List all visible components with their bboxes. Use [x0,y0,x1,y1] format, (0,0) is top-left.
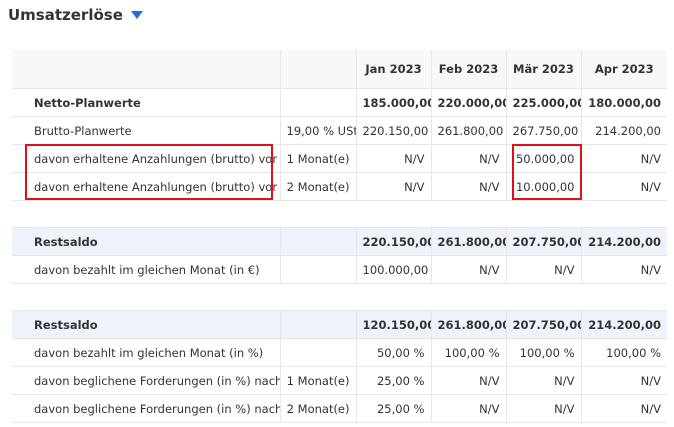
row-modifier[interactable]: 19,00 % USt [279,116,356,145]
value-cell[interactable]: 185.000,00 [355,88,431,117]
value-cell[interactable]: N/V [580,255,667,284]
spacer-row [12,283,667,311]
column-header: Apr 2023 [580,50,667,89]
value-cell[interactable]: 261.800,00 [430,310,506,339]
value-cell[interactable]: 100,00 % [505,338,581,367]
row-modifier [279,255,356,284]
row-label: davon erhaltene Anzahlungen (brutto) vor [12,172,280,201]
value-cell[interactable]: N/V [355,144,431,173]
value-cell[interactable]: 180.000,00 [580,88,667,117]
row-label: Netto-Planwerte [12,88,280,117]
section-header: Umsatzerlöse [8,4,143,26]
revenue-table: Jan 2023 Feb 2023 Mär 2023 Apr 2023 Nett… [12,50,667,423]
caret-down-icon[interactable] [130,11,143,19]
column-header: Jan 2023 [355,50,431,89]
value-cell[interactable]: 220.000,00 [430,88,506,117]
table-row: davon erhaltene Anzahlungen (brutto) vor… [12,172,667,201]
value-cell[interactable]: 214.200,00 [580,310,667,339]
value-cell[interactable]: 100,00 % [580,338,667,367]
value-cell[interactable]: N/V [580,144,667,173]
value-cell[interactable]: 50.000,00 [505,144,581,173]
table-row: davon bezahlt im gleichen Monat (in %) 5… [12,338,667,367]
row-label: Restsaldo [12,310,280,339]
row-modifier[interactable]: 1 Monat(e) [279,144,356,173]
spacer-row [12,200,667,228]
value-cell[interactable]: N/V [505,255,581,284]
value-cell[interactable]: 261.800,00 [430,227,506,256]
value-cell[interactable]: 220.150,00 [355,116,431,145]
row-label: davon beglichene Forderungen (in %) nach [12,366,280,395]
row-modifier [279,310,356,339]
value-cell[interactable]: N/V [580,172,667,201]
row-modifier [279,338,356,367]
value-cell[interactable]: 207.750,00 [505,310,581,339]
row-label: davon bezahlt im gleichen Monat (in €) [12,255,280,284]
table-row: Restsaldo 220.150,00 261.800,00 207.750,… [12,227,667,256]
value-cell[interactable]: 261.800,00 [430,116,506,145]
row-label: davon beglichene Forderungen (in %) nach [12,394,280,423]
row-label: davon bezahlt im gleichen Monat (in %) [12,338,280,367]
table-row: Netto-Planwerte 185.000,00 220.000,00 22… [12,88,667,117]
value-cell[interactable]: N/V [505,394,581,423]
value-cell[interactable]: 100.000,00 [355,255,431,284]
row-label: Brutto-Planwerte [12,116,280,145]
value-cell[interactable]: 214.200,00 [580,116,667,145]
column-header: Feb 2023 [430,50,506,89]
value-cell[interactable]: 267.750,00 [505,116,581,145]
table-row: davon erhaltene Anzahlungen (brutto) vor… [12,144,667,173]
row-modifier[interactable]: 2 Monat(e) [279,394,356,423]
value-cell[interactable]: N/V [430,255,506,284]
value-cell[interactable]: N/V [580,366,667,395]
row-label: davon erhaltene Anzahlungen (brutto) vor [12,144,280,173]
value-cell[interactable]: 207.750,00 [505,227,581,256]
value-cell[interactable]: N/V [505,366,581,395]
value-cell[interactable]: N/V [580,394,667,423]
value-cell[interactable]: 225.000,00 [505,88,581,117]
table-row: Restsaldo 120.150,00 261.800,00 207.750,… [12,310,667,339]
header-cell-empty [12,50,280,89]
value-cell[interactable]: N/V [430,394,506,423]
row-modifier[interactable]: 2 Monat(e) [279,172,356,201]
value-cell[interactable]: 25,00 % [355,394,431,423]
page-title: Umsatzerlöse [8,6,123,24]
value-cell[interactable]: 220.150,00 [355,227,431,256]
row-modifier[interactable]: 1 Monat(e) [279,366,356,395]
value-cell[interactable]: 25,00 % [355,366,431,395]
table-header-row: Jan 2023 Feb 2023 Mär 2023 Apr 2023 [12,50,667,89]
row-modifier [279,227,356,256]
table-row: Brutto-Planwerte 19,00 % USt 220.150,00 … [12,116,667,145]
column-header: Mär 2023 [505,50,581,89]
value-cell[interactable]: 214.200,00 [580,227,667,256]
row-label: Restsaldo [12,227,280,256]
table-row: davon beglichene Forderungen (in %) nach… [12,394,667,423]
value-cell[interactable]: N/V [430,172,506,201]
value-cell[interactable]: N/V [430,144,506,173]
value-cell[interactable]: N/V [355,172,431,201]
value-cell[interactable]: 50,00 % [355,338,431,367]
value-cell[interactable]: 10.000,00 [505,172,581,201]
value-cell[interactable]: N/V [430,366,506,395]
table-row: davon beglichene Forderungen (in %) nach… [12,366,667,395]
table-row: davon bezahlt im gleichen Monat (in €) 1… [12,255,667,284]
header-cell-empty [279,50,356,89]
value-cell[interactable]: 100,00 % [430,338,506,367]
value-cell[interactable]: 120.150,00 [355,310,431,339]
row-modifier [279,88,356,117]
